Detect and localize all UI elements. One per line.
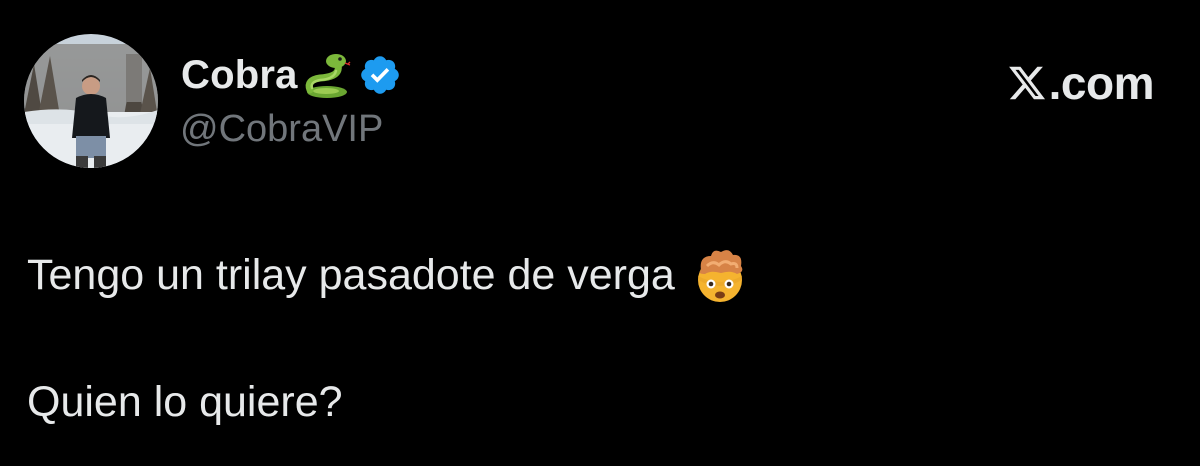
author-name-row: Cobra: [181, 50, 402, 100]
brand-text: .com: [1048, 57, 1155, 109]
tweet-text: Tengo un trilay pasadote de verga Quien …: [27, 246, 749, 430]
tweet-line: Tengo un trilay pasadote de verga: [27, 246, 749, 304]
exploding-head-icon: [691, 246, 749, 304]
brand-watermark: .com: [1007, 56, 1155, 110]
tweet-card: Cobra @CobraVIP .com Tengo un trilay pas…: [0, 0, 1200, 466]
tweet-line-text: Tengo un trilay pasadote de verga: [27, 251, 675, 299]
tweet-line: Quien lo quiere?: [27, 374, 749, 430]
x-logo-icon: [1007, 63, 1047, 103]
verified-badge-icon[interactable]: [358, 53, 402, 97]
avatar-photo: [24, 34, 158, 168]
avatar[interactable]: [24, 34, 158, 168]
tweet-line-text: Quien lo quiere?: [27, 378, 343, 426]
snake-icon: [302, 50, 352, 100]
display-name[interactable]: Cobra: [181, 53, 298, 98]
author-handle[interactable]: @CobraVIP: [180, 108, 383, 151]
